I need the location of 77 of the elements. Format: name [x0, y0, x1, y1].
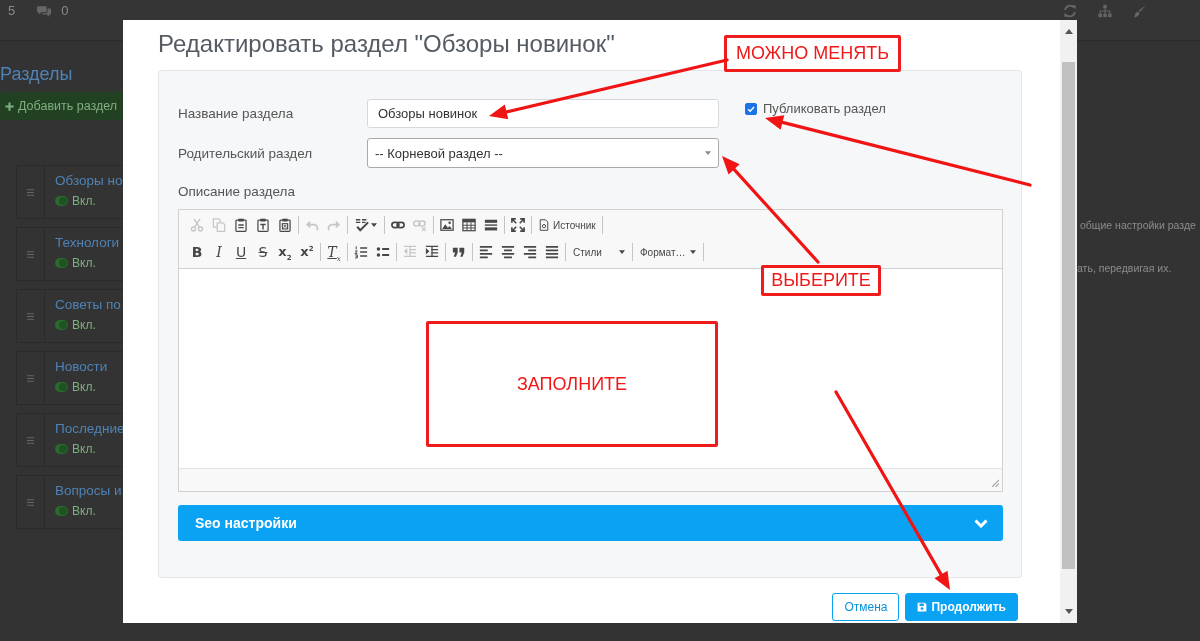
scroll-down-arrow-icon[interactable]: [1064, 609, 1073, 614]
callout-label: ВЫБЕРИТЕ: [761, 265, 881, 296]
toggle-switch[interactable]: [55, 258, 68, 268]
cancel-button[interactable]: Отмена: [832, 593, 900, 621]
maximize-icon[interactable]: [511, 218, 525, 232]
drag-handle-icon[interactable]: [25, 248, 36, 260]
field-label: Название раздела: [178, 106, 295, 121]
scroll-up-arrow-icon[interactable]: [1064, 29, 1073, 34]
blockquote-icon[interactable]: [452, 245, 466, 259]
align-left-icon[interactable]: [479, 245, 493, 259]
toggle-switch[interactable]: [55, 196, 68, 206]
subscript-button[interactable]: x$_{2}$: [274, 241, 296, 263]
format-dropdown[interactable]: Формат…: [635, 241, 701, 263]
message-count: 0: [61, 3, 69, 18]
bullet-list-icon[interactable]: [376, 245, 390, 259]
underline-button[interactable]: U: [230, 241, 252, 263]
paste-word-icon[interactable]: [278, 218, 292, 232]
justify-icon[interactable]: [545, 245, 559, 259]
sitemap-icon[interactable]: [1098, 4, 1112, 18]
source-button[interactable]: Источник: [534, 214, 600, 236]
drag-handle-icon[interactable]: [25, 496, 36, 508]
status-label: Вкл.: [72, 318, 96, 332]
bold-button[interactable]: B: [186, 241, 208, 263]
caret-icon: [371, 223, 377, 227]
styles-dropdown[interactable]: Стили: [568, 241, 630, 263]
chat-icon[interactable]: [37, 3, 52, 18]
hint-text: общие настройки разде: [1079, 219, 1197, 232]
status-label: Вкл.: [72, 442, 96, 456]
status-label: Вкл.: [72, 194, 96, 208]
plus-icon: [4, 100, 15, 112]
toggle-switch[interactable]: [55, 444, 68, 454]
drag-handle-icon[interactable]: [25, 434, 36, 446]
scrollbar-track[interactable]: [1060, 20, 1077, 623]
align-center-icon[interactable]: [501, 245, 515, 259]
indent-icon[interactable]: [425, 245, 439, 259]
notification-count: 5: [8, 3, 16, 18]
resize-grip-icon[interactable]: [991, 479, 999, 487]
parent-section-select[interactable]: -- Корневой раздел --: [367, 138, 719, 168]
toggle-switch[interactable]: [55, 506, 68, 516]
caret-icon: [619, 250, 625, 254]
caret-icon: [705, 151, 711, 155]
drag-handle-icon[interactable]: [25, 310, 36, 322]
checkbox-label[interactable]: Публиковать раздел: [763, 101, 886, 116]
drag-handle-icon[interactable]: [25, 372, 36, 384]
image-icon[interactable]: [440, 218, 454, 232]
brush-icon[interactable]: [1133, 4, 1147, 18]
drag-handle-icon[interactable]: [25, 186, 36, 198]
refresh-icon[interactable]: [1063, 4, 1077, 18]
align-right-icon[interactable]: [523, 245, 537, 259]
field-label: Описание раздела: [178, 184, 295, 200]
toggle-switch[interactable]: [55, 382, 68, 392]
status-label: Вкл.: [72, 256, 96, 270]
table-icon[interactable]: [462, 218, 476, 232]
strikethrough-button[interactable]: S: [252, 241, 274, 263]
paste-text-icon[interactable]: [256, 218, 270, 232]
chevron-icon: [974, 518, 988, 528]
remove-format-button[interactable]: T$_{x}$: [323, 241, 345, 263]
numbered-list-icon[interactable]: [354, 245, 368, 259]
scrollbar-thumb[interactable]: [1062, 62, 1075, 569]
spellcheck-icon[interactable]: [355, 218, 369, 232]
hint-text: ать, передвигая их.: [1077, 262, 1173, 275]
callout-label: МОЖНО МЕНЯТЬ: [724, 35, 901, 72]
field-label: Родительский раздел: [178, 145, 314, 161]
publish-checkbox[interactable]: [745, 102, 757, 115]
paste-icon[interactable]: [234, 218, 248, 232]
callout-label: ЗАПОЛНИТЕ: [426, 321, 718, 447]
section-name-input[interactable]: Обзоры новинок: [367, 99, 719, 128]
page-heading: Разделы: [0, 63, 73, 86]
superscript-button[interactable]: x$^{2}$: [296, 241, 318, 263]
status-label: Вкл.: [72, 380, 96, 394]
toggle-switch[interactable]: [55, 320, 68, 330]
status-label: Вкл.: [72, 504, 96, 518]
horizontal-rule-icon[interactable]: [484, 218, 498, 232]
caret-icon: [690, 250, 696, 254]
document-icon: [538, 219, 550, 231]
italic-button[interactable]: I: [208, 241, 230, 263]
dialog-title: Редактировать раздел "Обзоры новинок": [158, 29, 615, 59]
